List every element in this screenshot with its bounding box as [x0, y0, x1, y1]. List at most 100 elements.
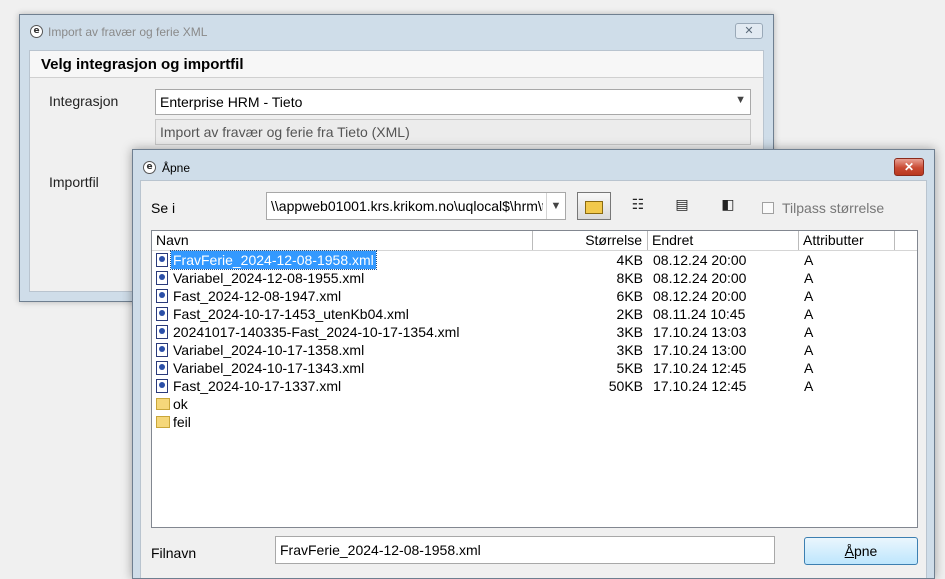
filename-input[interactable]: FravFerie_2024-12-08-1958.xml: [275, 536, 775, 564]
up-folder-button[interactable]: [577, 192, 611, 220]
xml-file-icon: [156, 253, 168, 267]
xml-file-icon: [156, 379, 168, 393]
open-button[interactable]: Åpne: [804, 537, 918, 565]
file-attributes: A: [804, 378, 814, 394]
file-name: feil: [173, 414, 191, 430]
open-dialog-body: Se i \\appweb01001.krs.krikom.no\uqlocal…: [140, 180, 927, 578]
close-icon: ✕: [744, 25, 754, 37]
integration-label: Integrasjon: [49, 93, 119, 109]
details-view-button[interactable]: ▤: [665, 192, 699, 220]
preview-view-icon: ◧: [721, 197, 735, 213]
details-view-icon: ▤: [675, 197, 689, 213]
file-row[interactable]: Fast_2024-10-17-1453_utenKb04.xml 2KB 08.1…: [152, 305, 917, 323]
file-list-rows: FravFerie_2024-12-08-1958.xml 4KB 08.12.24…: [152, 250, 917, 431]
list-view-icon: ☷: [631, 197, 645, 213]
file-name: 20241017-140335-Fast_2024-10-17-1354.xml: [173, 324, 460, 340]
xml-file-icon: [156, 343, 168, 357]
file-row[interactable]: Fast_2024-12-08-1947.xml 6KB 08.12.24 20:0…: [152, 287, 917, 305]
open-dialog-close-button[interactable]: ✕: [894, 158, 924, 176]
file-list[interactable]: Navn Størrelse Endret Attributter FravFe…: [151, 230, 918, 528]
column-header-attributes[interactable]: Attributter: [799, 231, 895, 250]
file-name: Variabel_2024-10-17-1358.xml: [173, 342, 365, 358]
open-dialog-title: Åpne: [162, 161, 191, 175]
file-row[interactable]: Variabel_2024-12-08-1955.xml 8KB 08.12.24 …: [152, 269, 917, 287]
xml-file-icon: [156, 271, 168, 285]
filename-label: Filnavn: [151, 545, 197, 561]
section-header: Velg integrasjon og importfil: [30, 51, 763, 78]
fit-size-label: Tilpass størrelse: [782, 200, 885, 216]
import-window-titlebar[interactable]: e Import av fravær og ferie XML ✕: [20, 15, 773, 49]
file-name: Variabel_2024-10-17-1343.xml: [173, 360, 365, 376]
column-header-name[interactable]: Navn: [152, 231, 533, 250]
file-row[interactable]: Variabel_2024-10-17-1343.xml 5KB 17.10.24 …: [152, 359, 917, 377]
file-list-header: Navn Størrelse Endret Attributter: [152, 231, 917, 251]
xml-file-icon: [156, 307, 168, 321]
file-size: 5KB: [616, 360, 643, 376]
open-button-accelerator: Å: [844, 543, 854, 559]
close-icon: ✕: [903, 160, 915, 174]
import-window-title: Import av fravær og ferie XML: [48, 25, 208, 39]
look-in-dropdown[interactable]: \\appweb01001.krs.krikom.no\uqlocal$\hrm…: [266, 192, 566, 220]
file-name: Fast_2024-12-08-1947.xml: [173, 288, 342, 304]
import-window-close-button[interactable]: ✕: [735, 23, 763, 39]
list-view-button[interactable]: ☷: [621, 192, 655, 220]
file-modified: 17.10.24 12:45: [653, 378, 747, 394]
file-size: 2KB: [616, 306, 643, 322]
xml-file-icon: [156, 289, 168, 303]
file-name: ok: [173, 396, 188, 412]
file-row[interactable]: Fast_2024-10-17-1337.xml 50KB 17.10.24 12:…: [152, 377, 917, 395]
file-attributes: A: [804, 324, 814, 340]
open-dialog: e Åpne ✕ Se i \\appweb01001.krs.krikom.n…: [132, 149, 935, 579]
file-modified: 17.10.24 13:03: [653, 324, 747, 340]
file-modified: 17.10.24 13:00: [653, 342, 747, 358]
chevron-down-icon: ▼: [546, 193, 565, 219]
folder-up-icon: [585, 201, 603, 214]
app-icon: e: [30, 25, 43, 38]
fit-size-checkbox[interactable]: [762, 202, 774, 214]
chevron-down-icon: ▼: [735, 94, 746, 106]
file-row[interactable]: FravFerie_2024-12-08-1958.xml 4KB 08.12.24…: [152, 250, 917, 270]
file-attributes: A: [804, 342, 814, 358]
folder-icon: [156, 398, 170, 410]
integration-description: Import av fravær og ferie fra Tieto (XML…: [160, 124, 410, 140]
file-modified: 17.10.24 12:45: [653, 360, 747, 376]
xml-file-icon: [156, 325, 168, 339]
look-in-label: Se i: [151, 200, 176, 216]
file-name: Fast_2024-10-17-1337.xml: [173, 378, 342, 394]
app-icon: e: [143, 161, 156, 174]
integration-value: Enterprise HRM - Tieto: [160, 94, 303, 110]
folder-row[interactable]: feil: [152, 413, 917, 431]
section-title: Velg integrasjon og importfil: [41, 56, 244, 73]
filename-value: FravFerie_2024-12-08-1958.xml: [280, 542, 481, 558]
folder-row[interactable]: ok: [152, 395, 917, 413]
column-header-size[interactable]: Størrelse: [533, 231, 648, 250]
file-size: 3KB: [616, 342, 643, 358]
column-header-modified[interactable]: Endret: [648, 231, 799, 250]
file-name: FravFerie_2024-12-08-1958.xml: [170, 250, 377, 270]
xml-file-icon: [156, 361, 168, 375]
file-attributes: A: [804, 252, 814, 268]
file-row[interactable]: Variabel_2024-10-17-1358.xml 3KB 17.10.24 …: [152, 341, 917, 359]
file-size: 3KB: [616, 324, 643, 340]
file-modified: 08.12.24 20:00: [653, 288, 747, 304]
integration-description-field: Import av fravær og ferie fra Tieto (XML…: [155, 119, 751, 145]
file-size: 4KB: [616, 252, 643, 268]
open-button-label: pne: [853, 543, 878, 559]
file-size: 6KB: [616, 288, 643, 304]
file-row[interactable]: 20241017-140335-Fast_2024-10-17-1354.xml…: [152, 323, 917, 341]
file-name: Fast_2024-10-17-1453_utenKb04.xml: [173, 306, 409, 322]
integration-dropdown[interactable]: Enterprise HRM - Tieto ▼: [155, 89, 751, 115]
preview-view-button[interactable]: ◧: [711, 192, 745, 220]
file-size: 50KB: [608, 378, 643, 394]
file-modified: 08.11.24 10:45: [653, 306, 746, 322]
file-attributes: A: [804, 270, 814, 286]
look-in-path: \\appweb01001.krs.krikom.no\uqlocal$\hrm…: [271, 198, 543, 214]
importfile-label: Importfil: [49, 174, 99, 190]
file-attributes: A: [804, 306, 814, 322]
file-size: 8KB: [616, 270, 643, 286]
file-modified: 08.12.24 20:00: [653, 270, 747, 286]
file-attributes: A: [804, 360, 814, 376]
file-modified: 08.12.24 20:00: [653, 252, 747, 268]
file-attributes: A: [804, 288, 814, 304]
folder-icon: [156, 416, 170, 428]
